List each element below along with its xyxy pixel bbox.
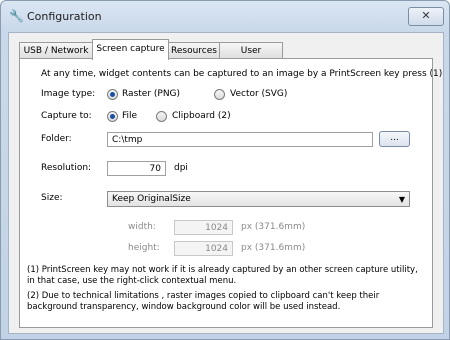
- tab-user-interface[interactable]: User Interface: [219, 42, 283, 72]
- configuration-window: 🔧 Configuration ✕ USB / Network Screen c…: [0, 0, 450, 340]
- image-type-label: Image type:: [41, 89, 96, 99]
- resolution-input[interactable]: 70: [107, 161, 166, 176]
- height-label: height:: [128, 243, 160, 253]
- vector-svg-label[interactable]: Vector (SVG): [230, 89, 287, 99]
- window-title: Configuration: [27, 10, 102, 23]
- tab-usb-network[interactable]: USB / Network: [19, 42, 93, 59]
- width-suffix: px (371.6mm): [241, 222, 306, 232]
- browse-folder-button[interactable]: ...: [379, 131, 410, 147]
- size-select[interactable]: Keep OriginalSize ▼: [107, 191, 410, 207]
- footnote-2: (2) Due to technical limitations , raste…: [27, 291, 380, 312]
- intro-text: At any time, widget contents can be capt…: [41, 69, 443, 79]
- vector-svg-radio[interactable]: [214, 89, 225, 100]
- file-label[interactable]: File: [122, 111, 137, 121]
- tab-resources[interactable]: Resources: [168, 42, 220, 59]
- clipboard-label[interactable]: Clipboard (2): [172, 111, 231, 121]
- resolution-label: Resolution:: [41, 163, 92, 173]
- footnote-1: (1) PrintScreen key may not work if it i…: [27, 265, 418, 286]
- height-input[interactable]: 1024: [174, 241, 233, 256]
- file-radio[interactable]: [107, 111, 118, 122]
- raster-png-label[interactable]: Raster (PNG): [122, 89, 180, 99]
- dropdown-arrow-icon: ▼: [398, 195, 405, 204]
- screen-capture-panel: At any time, widget contents can be capt…: [19, 58, 442, 328]
- tab-screen-capture[interactable]: Screen capture: [92, 39, 169, 60]
- folder-input[interactable]: C:\tmp: [107, 132, 373, 147]
- wrench-icon: 🔧: [9, 9, 24, 23]
- width-input[interactable]: 1024: [174, 220, 233, 235]
- size-label: Size:: [41, 193, 63, 203]
- size-select-value: Keep OriginalSize: [112, 194, 191, 204]
- clipboard-radio[interactable]: [156, 111, 167, 122]
- capture-to-label: Capture to:: [41, 111, 92, 121]
- resolution-unit: dpi: [174, 163, 188, 173]
- title-bar: 🔧 Configuration ✕: [1, 1, 449, 31]
- raster-png-radio[interactable]: [107, 89, 118, 100]
- close-button[interactable]: ✕: [408, 7, 444, 26]
- folder-label: Folder:: [41, 134, 72, 144]
- dialog-body: USB / Network Screen capture Resources U…: [8, 32, 444, 334]
- height-suffix: px (371.6mm): [241, 243, 306, 253]
- width-label: width:: [128, 222, 156, 232]
